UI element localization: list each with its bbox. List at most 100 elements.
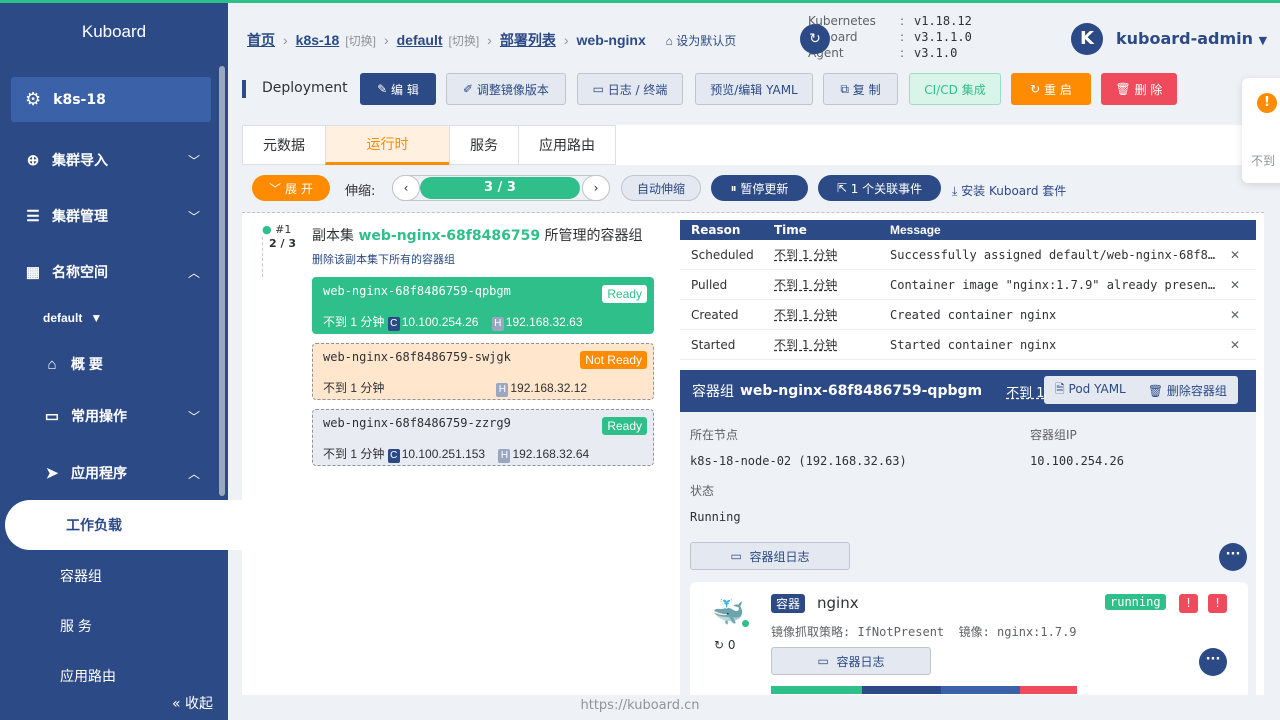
sidebar-item-label: 常用操作 (71, 408, 127, 424)
container-card: 🐳 ↻ 0 容器 nginx running ! ! 镜像抓取策略: IfNot… (690, 582, 1248, 695)
chevron-right-icon: › (593, 181, 599, 195)
pod-logs-label: 容器组日志 (749, 549, 810, 564)
caret-down-icon: ▼ (1258, 34, 1268, 47)
sidebar-item-common-ops[interactable]: ▭ 常用操作 ﹀ (0, 406, 220, 426)
sidebar-item-services[interactable]: 服 务 (60, 616, 92, 636)
version-value: v3.1.1.0 (914, 30, 972, 44)
pod-detail-name: web-nginx-68f8486759-qpbgm (740, 383, 983, 399)
collapse-sidebar-button[interactable]: « 收起 (172, 693, 213, 713)
replicaset-title: 副本集 web-nginx-68f8486759 所管理的容器组 (312, 225, 643, 245)
pause-label: 暂停更新 (740, 181, 789, 196)
host-ip-icon: H (498, 449, 511, 463)
pod-card[interactable]: web-nginx-68f8486759-qpbgm Ready 不到 1 分钟… (312, 277, 654, 334)
install-suite-link[interactable]: ⤓ 安装 Kuboard 套件 (952, 182, 1066, 199)
close-icon[interactable]: ✕ (1230, 278, 1240, 292)
pod-age: 不到 1 分钟 (323, 447, 385, 461)
pod-host-ip: 192.168.32.63 (505, 315, 583, 329)
more-icon[interactable]: ··· (1199, 648, 1227, 676)
switch-cluster-link[interactable]: [切换] (345, 34, 376, 48)
docker-icon: 🐳 (712, 598, 745, 628)
footer-link[interactable]: https://kuboard.cn (228, 698, 1052, 713)
pod-container-ip: 10.100.251.153 (401, 447, 486, 461)
chevron-down-icon: ﹀ (187, 409, 200, 424)
scale-up-button[interactable]: › (582, 175, 610, 201)
tab-services[interactable]: 服务 (449, 125, 518, 165)
container-ip-icon: C (387, 449, 400, 463)
notification-card[interactable]: ! 不到 (1242, 78, 1280, 183)
events-table: Reason Time Message Scheduled 不到 1 分钟 Succ… (680, 220, 1256, 360)
related-events-button[interactable]: ⇱ 1 个关联事件 (818, 175, 941, 201)
yaml-button[interactable]: 预览/编辑 YAML (695, 73, 813, 105)
container-logs-button[interactable]: ▭ 容器日志 (771, 647, 931, 675)
pause-update-button[interactable]: ⏸ 暂停更新 (711, 175, 808, 201)
sidebar-item-label: 概 要 (71, 356, 103, 372)
pod-card[interactable]: web-nginx-68f8486759-swjgk Not Ready 不到 … (312, 343, 654, 400)
tab-ingress[interactable]: 应用路由 (518, 125, 616, 165)
alert-icon[interactable]: ! (1208, 594, 1227, 613)
sidebar-item-workload[interactable]: 工作负载 (5, 500, 250, 550)
adjust-image-button[interactable]: ✐ 调整镜像版本 (446, 73, 566, 105)
breadcrumb-namespace[interactable]: default (397, 32, 443, 48)
sidebar-item-namespace[interactable]: ▦ 名称空间 ︿ (0, 262, 220, 282)
pod-detail-header: 容器组 web-nginx-68f8486759-qpbgm 不到 1 分钟 🗎… (680, 370, 1256, 412)
sidebar-item-overview[interactable]: ⌂ 概 要 (0, 354, 220, 374)
breadcrumb-home[interactable]: 首页 (247, 32, 275, 48)
scale-down-button[interactable]: ‹ (392, 175, 420, 201)
logs-terminal-button[interactable]: ▭ 日志 / 终端 (577, 73, 683, 105)
copy-button[interactable]: ⧉ 复 制 (823, 73, 898, 105)
close-icon[interactable]: ✕ (1230, 248, 1240, 262)
restart-button[interactable]: ↻ 重 启 (1011, 73, 1091, 105)
close-icon[interactable]: ✕ (1230, 308, 1240, 322)
status-badge: Not Ready (580, 351, 647, 369)
refresh-icon[interactable]: ↻ (800, 24, 830, 54)
pod-card[interactable]: web-nginx-68f8486759-zzrg9 Ready 不到 1 分钟… (312, 409, 654, 466)
pod-yaml-button[interactable]: 🗎 Pod YAML (1055, 380, 1126, 401)
container-name: nginx (817, 594, 859, 612)
chevron-down-icon: ﹀ (269, 181, 285, 196)
expand-button[interactable]: ﹀ 展 开 (252, 175, 330, 201)
delete-all-pods-link[interactable]: 删除该副本集下所有的容器组 (312, 251, 455, 267)
version-row: Kuboard: v3.1.1.0 (808, 30, 972, 44)
logs-label: 日志 / 终端 (607, 82, 668, 97)
pod-meta: 不到 1 分钟 C 10.100.251.153 H 192.168.32.64 (323, 445, 589, 463)
cluster-selector[interactable]: ⚙ k8s-18 (11, 77, 211, 122)
breadcrumb-current: web-nginx (576, 32, 646, 48)
switch-namespace-link[interactable]: [切换] (449, 34, 480, 48)
sidebar-item-pods[interactable]: 容器组 (60, 566, 102, 586)
grid-icon: ▦ (25, 264, 41, 281)
set-default-link[interactable]: ⌂ 设为默认页 (666, 34, 737, 48)
alert-icon[interactable]: ! (1179, 594, 1198, 613)
link-icon: ⊕ (26, 152, 40, 169)
delete-button[interactable]: 🗑 删 除 (1101, 73, 1177, 105)
sidebar-item-apps[interactable]: ➤ 应用程序 ︿ (0, 463, 220, 483)
col-time: Time (774, 223, 807, 237)
namespace-selector[interactable]: default ▼ (0, 308, 220, 328)
pod-host-ip: 192.168.32.64 (512, 447, 590, 461)
breadcrumb-cluster[interactable]: k8s-18 (296, 32, 340, 48)
replica-ratio: 2 / 3 (269, 237, 296, 250)
chevron-up-icon: ︿ (187, 466, 200, 481)
sidebar-item-ingress[interactable]: 应用路由 (60, 666, 116, 686)
cicd-button[interactable]: CI/CD 集成 (909, 73, 1001, 105)
autoscale-button[interactable]: 自动伸缩 (621, 175, 701, 201)
sidebar-item-import[interactable]: ⊕ 集群导入 ﹀ (0, 150, 220, 170)
pod-ip-label: 容器组IP (1030, 428, 1077, 442)
tab-runtime[interactable]: 运行时 (325, 125, 449, 165)
node-label: 所在节点 (690, 428, 739, 442)
replicaset-name[interactable]: web-nginx-68f8486759 (358, 228, 540, 244)
avatar[interactable]: K (1071, 23, 1103, 55)
brand-title: Kuboard (81, 22, 147, 41)
delete-pod-button[interactable]: 🗑 删除容器组 (1148, 382, 1227, 399)
event-message: Started container nginx (890, 337, 1057, 352)
pod-logs-button[interactable]: ▭ 容器组日志 (690, 542, 850, 570)
user-menu[interactable]: kuboard-admin ▼ (1116, 29, 1267, 48)
breadcrumb-list[interactable]: 部署列表 (500, 32, 556, 48)
collapse-label: 收起 (185, 696, 214, 712)
sidebar-item-manage[interactable]: ☰ 集群管理 ﹀ (0, 206, 220, 226)
close-icon[interactable]: ✕ (1230, 338, 1240, 352)
more-icon[interactable]: ··· (1219, 543, 1247, 571)
event-reason: Started (691, 337, 736, 352)
tab-metadata[interactable]: 元数据 (242, 125, 325, 165)
edit-button[interactable]: ✎ 编 辑 (360, 73, 436, 105)
chevron-right-icon: › (487, 32, 492, 48)
